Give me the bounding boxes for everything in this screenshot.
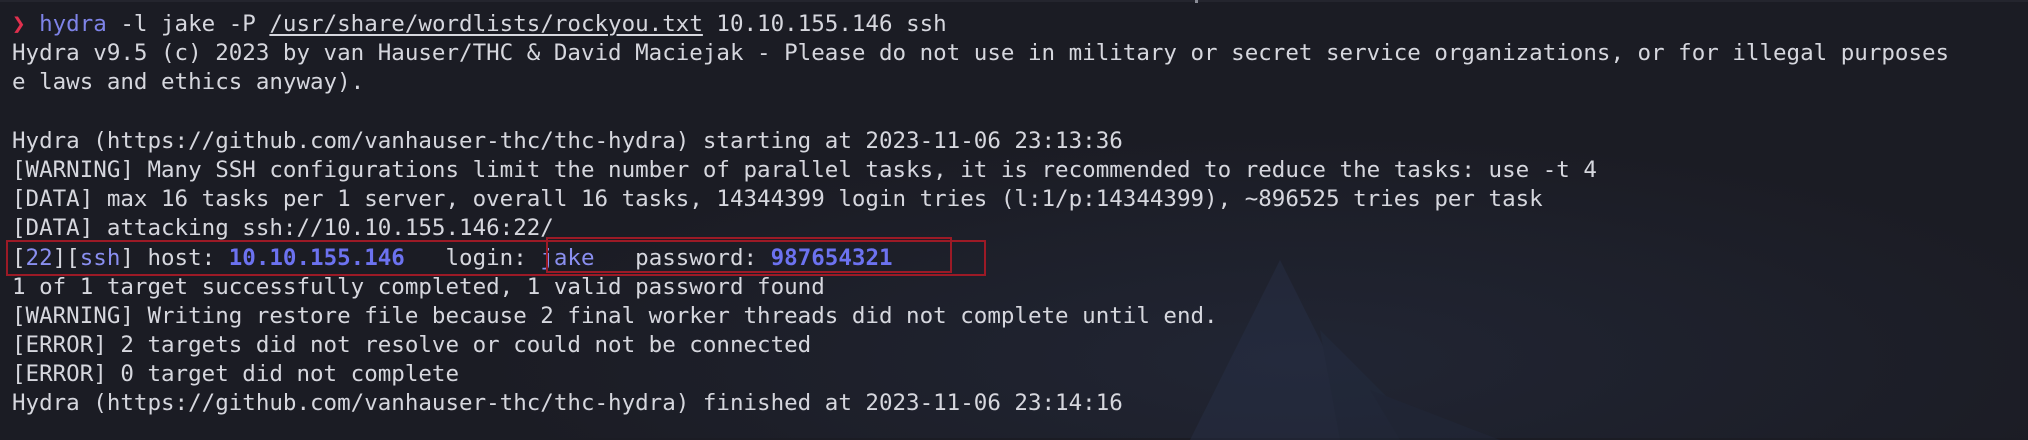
command-line: ❯ hydra -l jake -P /usr/share/wordlists/… <box>12 10 2028 39</box>
top-indicator-dot <box>1195 0 1198 3</box>
credentials-highlight-box <box>546 237 952 273</box>
warning-restore-line: [WARNING] Writing restore file because 2… <box>12 302 1218 329</box>
error-complete-line: [ERROR] 0 target did not complete <box>12 361 460 388</box>
wordlist-path: /usr/share/wordlists/rockyou.txt <box>269 11 703 37</box>
error-resolve-line: [ERROR] 2 targets did not resolve or cou… <box>12 332 812 359</box>
command-args: -l jake -P <box>106 11 270 37</box>
completed-line: 1 of 1 target successfully completed, 1 … <box>12 273 825 300</box>
banner-line-1: Hydra v9.5 (c) 2023 by van Hauser/THC & … <box>12 40 1950 67</box>
prompt-arrow-icon: ❯ <box>12 11 26 37</box>
starting-line: Hydra (https://github.com/vanhauser-thc/… <box>12 127 1123 154</box>
finished-line: Hydra (https://github.com/vanhauser-thc/… <box>12 390 1123 417</box>
warning-parallel-line: [WARNING] Many SSH configurations limit … <box>12 156 1597 183</box>
terminal-window[interactable]: ❯ hydra -l jake -P /usr/share/wordlists/… <box>0 0 2028 440</box>
terminal-output[interactable]: ❯ hydra -l jake -P /usr/share/wordlists/… <box>12 10 2028 419</box>
command-target: 10.10.155.146 ssh <box>702 11 947 37</box>
data-tasks-line: [DATA] max 16 tasks per 1 server, overal… <box>12 186 1543 213</box>
window-top-edge <box>0 0 2028 2</box>
banner-line-2: e laws and ethics anyway). <box>12 69 365 96</box>
command-program: hydra <box>39 11 107 37</box>
